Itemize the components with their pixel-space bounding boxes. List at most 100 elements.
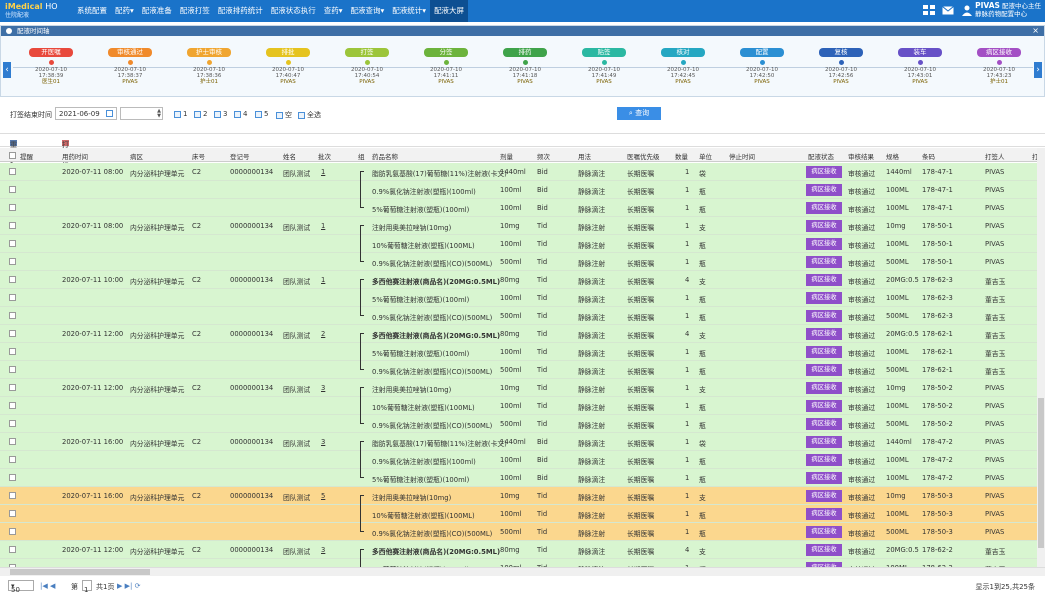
horizontal-scrollbar[interactable] xyxy=(0,567,1045,576)
vertical-scrollbar[interactable] xyxy=(1037,148,1045,567)
table-row[interactable]: 5%葡萄糖注射液(塑瓶)(100ml)100mlTid静脉滴注长期医嘱1瓶审核通… xyxy=(0,289,1040,307)
column-header[interactable]: 剂量 xyxy=(500,151,513,161)
table-row[interactable]: 5%葡萄糖注射液(塑瓶)(100ml) 100ml Bid 静脉滴注 长期医嘱 1 瓶 审核通… xyxy=(0,469,1040,487)
table-row[interactable]: 10%葡萄糖注射液(塑瓶)(100ML) 100ml Tid 静脉注射 长期医嘱 1 瓶 审核… xyxy=(0,235,1040,253)
user-icon[interactable] xyxy=(961,5,973,16)
table-row[interactable]: 5%葡萄糖注射液(塑瓶)(100ml)100mlTid静脉滴注长期医嘱1瓶审核通… xyxy=(0,343,1040,361)
nav-item[interactable]: 配液准备 xyxy=(138,0,176,22)
batch-checkbox[interactable]: 2 xyxy=(194,110,207,118)
column-header[interactable]: 配液状态 xyxy=(808,151,834,161)
table-row[interactable]: 2020-07-11 12:00 内分泌科护理单元 C2 0000000134 团队测试… xyxy=(0,379,1040,397)
checkbox-icon[interactable] xyxy=(214,110,221,118)
row-checkbox[interactable] xyxy=(9,456,16,463)
row-checkbox[interactable] xyxy=(9,204,16,211)
row-checkbox[interactable] xyxy=(9,276,16,283)
column-header[interactable]: 药品名称 xyxy=(372,151,398,161)
column-header[interactable]: 姓名 xyxy=(283,151,296,161)
table-row[interactable]: 0.9%氯化钠注射液(塑瓶)(100ml) 100ml Bid 静脉滴注 长期医嘱 1 瓶 审… xyxy=(0,181,1040,199)
column-header[interactable]: 用药时间 xyxy=(62,151,88,161)
user-info[interactable]: PIVAS 配液中心主任 静脉药物配置中心 xyxy=(975,2,1041,19)
nav-item[interactable]: 系统配置 xyxy=(73,0,111,22)
batch-checkbox[interactable]: 5 xyxy=(255,110,268,118)
batch-checkbox[interactable]: 全选 xyxy=(298,110,321,120)
horizontal-scroll-thumb[interactable] xyxy=(10,569,150,575)
nav-item[interactable]: 配液排药统计 xyxy=(214,0,267,22)
column-header[interactable]: 审核结果 xyxy=(848,151,874,161)
column-header[interactable]: 病区 xyxy=(130,151,143,161)
nav-item[interactable]: 查药▾ xyxy=(320,0,347,22)
table-row[interactable]: 2020-07-11 12:00 内分泌科护理单元 C2 0000000134 团队测试… xyxy=(0,325,1040,343)
table-row[interactable]: 5%葡萄糖注射液(塑瓶)(100ml) 100ml Bid 静脉滴注 长期医嘱 1 瓶 审核通… xyxy=(0,199,1040,217)
batch-checkbox[interactable]: 1 xyxy=(174,110,187,118)
spinner-arrows-icon[interactable]: ▲ ▼ xyxy=(157,109,161,119)
row-checkbox[interactable] xyxy=(9,492,16,499)
row-checkbox[interactable] xyxy=(9,258,16,265)
column-header[interactable]: 单位 xyxy=(699,151,712,161)
close-icon[interactable]: × xyxy=(1032,26,1039,36)
column-header[interactable]: 医嘱优先级 xyxy=(627,151,660,161)
column-header[interactable]: 床号 xyxy=(192,151,205,161)
nav-item[interactable]: 配药▾ xyxy=(111,0,138,22)
checkbox-icon[interactable] xyxy=(276,111,283,119)
nav-item[interactable]: 配液状态执行 xyxy=(267,0,320,22)
next-arrow-icon[interactable]: › xyxy=(1034,62,1042,78)
row-checkbox[interactable] xyxy=(9,240,16,247)
table-row[interactable]: 0.9%氯化钠注射液(塑瓶)(CO)(500ML) 500ml Tid 静脉注射 长期医… xyxy=(0,253,1040,271)
first-page-icon[interactable]: |◀ ◀ xyxy=(40,582,55,590)
vertical-scroll-thumb[interactable] xyxy=(1038,398,1044,548)
row-checkbox[interactable] xyxy=(9,294,16,301)
column-header[interactable]: 登记号 xyxy=(230,151,250,161)
row-checkbox[interactable] xyxy=(9,168,16,175)
checkbox-icon[interactable] xyxy=(174,110,181,118)
checkbox-icon[interactable] xyxy=(255,110,262,118)
table-row[interactable]: 2020-07-11 16:00 内分泌科护理单元 C2 0000000134 团队测试… xyxy=(0,487,1040,505)
batch-checkbox[interactable]: 3 xyxy=(214,110,227,118)
row-checkbox[interactable] xyxy=(9,528,16,535)
table-row[interactable]: 0.9%氯化钠注射液(塑瓶)(CO)(500ML) 500ml Tid 静脉滴注 长期医… xyxy=(0,307,1040,325)
table-row[interactable]: 2020-07-11 10:00 内分泌科护理单元 C2 0000000134 团队测试… xyxy=(0,271,1040,289)
grid-icon[interactable] xyxy=(923,5,935,16)
batch-checkbox[interactable]: 空 xyxy=(276,110,292,120)
batch-checkbox[interactable]: 4 xyxy=(234,110,247,118)
date-input[interactable]: 2021-06-09 xyxy=(55,107,117,120)
row-checkbox[interactable] xyxy=(9,366,16,373)
table-row[interactable]: 2020-07-11 16:00 内分泌科护理单元 C2 0000000134 团队测试… xyxy=(0,433,1040,451)
query-button[interactable]: ⌕ 查询 xyxy=(617,107,661,120)
table-row[interactable]: 0.9%氯化钠注射液(塑瓶)(CO)(500ML) 500ml Tid 静脉注射 长期医… xyxy=(0,523,1040,541)
row-checkbox[interactable] xyxy=(9,312,16,319)
page-size-select[interactable]: 50 ▾ xyxy=(8,580,34,594)
column-header[interactable]: 停止时间 xyxy=(729,151,755,161)
mail-icon[interactable] xyxy=(942,5,954,16)
column-header[interactable]: 组 xyxy=(358,151,365,161)
row-checkbox[interactable] xyxy=(9,510,16,517)
checkbox-icon[interactable] xyxy=(298,111,305,119)
nav-item[interactable]: 配液大屏 xyxy=(430,0,469,22)
row-checkbox[interactable] xyxy=(9,186,16,193)
last-page-icon[interactable]: ▶ ▶| ⟳ xyxy=(117,582,140,590)
nav-item[interactable]: 配液统计▾ xyxy=(388,0,430,22)
nav-item[interactable]: 配液打签 xyxy=(176,0,214,22)
column-header[interactable]: 条码 xyxy=(922,151,935,161)
table-row[interactable]: 10%葡萄糖注射液(塑瓶)(100ML) 100ml Tid 静脉注射 长期医嘱 1 瓶 审核… xyxy=(0,505,1040,523)
column-header[interactable]: 批次 xyxy=(318,151,331,161)
row-checkbox[interactable] xyxy=(9,546,16,553)
row-checkbox[interactable] xyxy=(9,438,16,445)
table-row[interactable]: 5%葡萄糖注射液(塑瓶)(100ml)100mlTid静脉滴注长期医嘱1瓶审核通… xyxy=(0,559,1040,567)
table-row[interactable]: 2020-07-11 08:00 内分泌科护理单元 C2 0000000134 团队测试… xyxy=(0,163,1040,181)
row-checkbox[interactable] xyxy=(9,330,16,337)
column-header[interactable]: 用法 xyxy=(578,151,591,161)
row-checkbox[interactable] xyxy=(9,384,16,391)
table-row[interactable]: 0.9%氯化钠注射液(塑瓶)(CO)(500ML) 500ml Tid 静脉滴注 长期医… xyxy=(0,361,1040,379)
column-header[interactable]: 打签人 xyxy=(985,151,1005,161)
table-row[interactable]: 2020-07-11 08:00 内分泌科护理单元 C2 0000000134 团队测试… xyxy=(0,217,1040,235)
column-header[interactable]: 频次 xyxy=(537,151,550,161)
checkbox-icon[interactable] xyxy=(194,110,201,118)
column-header[interactable]: 提醒 xyxy=(20,151,33,161)
select-all-checkbox[interactable] xyxy=(9,152,16,159)
checkbox-icon[interactable] xyxy=(234,110,241,118)
calendar-icon[interactable] xyxy=(106,110,113,117)
table-row[interactable]: 0.9%氯化钠注射液(塑瓶)(CO)(500ML) 500ml Tid 静脉注射 长期医… xyxy=(0,415,1040,433)
table-row[interactable]: 2020-07-11 12:00 内分泌科护理单元 C2 0000000134 团队测试… xyxy=(0,541,1040,559)
row-checkbox[interactable] xyxy=(9,222,16,229)
time-spinner[interactable]: ▲ ▼ xyxy=(120,107,163,120)
